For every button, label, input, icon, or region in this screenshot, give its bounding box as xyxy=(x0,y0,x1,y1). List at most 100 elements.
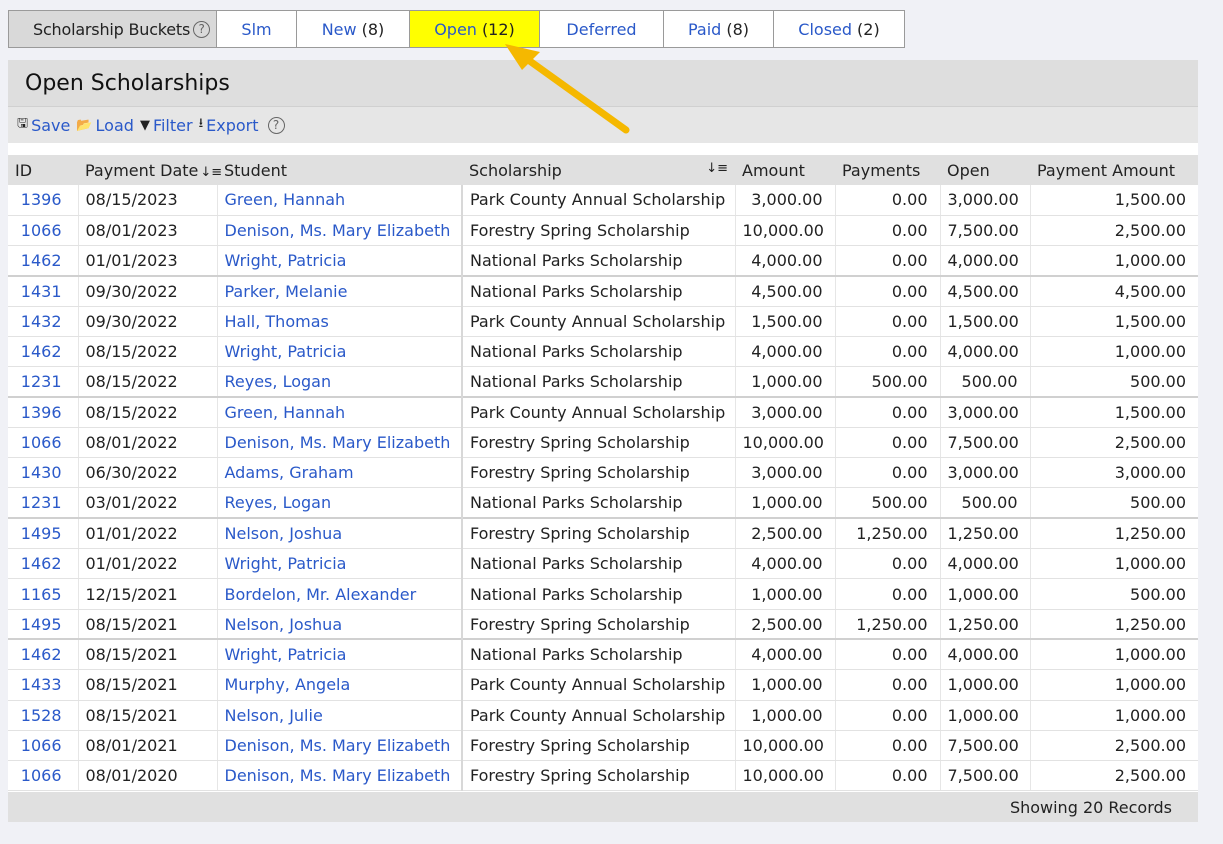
load-button[interactable]: 📂 Load xyxy=(76,116,134,135)
cell-date: 08/15/2023 xyxy=(78,185,218,216)
table-row: 1066 08/01/2023 Denison, Ms. Mary Elizabet… xyxy=(8,215,1198,247)
cell-id[interactable]: 1396 xyxy=(8,185,79,216)
col-amount[interactable]: Amount xyxy=(735,155,835,185)
save-button[interactable]: 🖫 Save xyxy=(17,114,70,136)
cell-id[interactable]: 1462 xyxy=(8,336,79,368)
cell-id[interactable]: 1431 xyxy=(8,274,79,307)
cell-student[interactable]: Murphy, Angela xyxy=(217,669,463,701)
cell-id[interactable]: 1066 xyxy=(8,730,79,762)
cell-open: 7,500.00 xyxy=(940,730,1031,762)
cell-student[interactable]: Nelson, Joshua xyxy=(217,517,463,550)
cell-scholarship: Park County Annual Scholarship xyxy=(461,185,736,216)
cell-id[interactable]: 1231 xyxy=(8,487,79,519)
tab-count: (8) xyxy=(726,19,749,39)
tab-count: (8) xyxy=(361,19,385,39)
cell-scholarship: Forestry Spring Scholarship xyxy=(461,609,736,640)
col-payment-amount[interactable]: Payment Amount xyxy=(1030,155,1198,185)
cell-open: 1,250.00 xyxy=(940,609,1031,640)
cell-id[interactable]: 1430 xyxy=(8,457,79,489)
cell-student[interactable]: Denison, Ms. Mary Elizabeth xyxy=(217,427,463,459)
cell-id[interactable]: 1066 xyxy=(8,215,79,247)
cell-student[interactable]: Hall, Thomas xyxy=(217,306,463,337)
cell-student[interactable]: Wright, Patricia xyxy=(217,336,463,368)
cell-amount: 3,000.00 xyxy=(735,457,836,489)
cell-student[interactable]: Green, Hannah xyxy=(217,185,463,216)
cell-scholarship: Park County Annual Scholarship xyxy=(461,396,736,428)
table-row: 1433 08/15/2021 Murphy, Angela Park County … xyxy=(8,669,1198,701)
cell-payments: 0.00 xyxy=(835,457,941,489)
cell-id[interactable]: 1433 xyxy=(8,669,79,701)
table-row: 1396 08/15/2022 Green, Hannah Park County A… xyxy=(8,396,1198,428)
cell-id[interactable]: 1495 xyxy=(8,517,79,550)
col-payment-date[interactable]: Payment Date ↓≡ xyxy=(78,155,222,185)
tab-open[interactable]: Open (12) xyxy=(410,11,540,47)
cell-student[interactable]: Wright, Patricia xyxy=(217,638,463,671)
col-id[interactable]: ID xyxy=(8,155,78,185)
cell-student[interactable]: Wright, Patricia xyxy=(217,245,463,277)
cell-id[interactable]: 1066 xyxy=(8,427,79,459)
tab-slm[interactable]: Slm xyxy=(217,11,297,47)
tab-label: Closed xyxy=(798,19,853,39)
cell-scholarship: Forestry Spring Scholarship xyxy=(461,760,736,792)
cell-student[interactable]: Denison, Ms. Mary Elizabeth xyxy=(217,215,463,247)
cell-payment-amount: 1,500.00 xyxy=(1030,185,1198,216)
cell-student[interactable]: Reyes, Logan xyxy=(217,487,463,519)
col-payments[interactable]: Payments xyxy=(835,155,940,185)
toolbar-help-icon[interactable]: ? xyxy=(267,116,285,134)
cell-date: 01/01/2023 xyxy=(78,245,218,277)
cell-student[interactable]: Nelson, Julie xyxy=(217,700,463,731)
col-student[interactable]: Student xyxy=(217,155,462,185)
cell-student[interactable]: Denison, Ms. Mary Elizabeth xyxy=(217,760,463,792)
cell-id[interactable]: 1462 xyxy=(8,245,79,277)
cell-date: 09/30/2022 xyxy=(78,274,218,307)
cell-student[interactable]: Reyes, Logan xyxy=(217,366,463,398)
buckets-label-text: Scholarship Buckets xyxy=(33,19,191,39)
table-row: 1396 08/15/2023 Green, Hannah Park County A… xyxy=(8,185,1198,216)
cell-student[interactable]: Nelson, Joshua xyxy=(217,609,463,640)
cell-student[interactable]: Adams, Graham xyxy=(217,457,463,489)
cell-id[interactable]: 1066 xyxy=(8,760,79,792)
cell-id[interactable]: 1495 xyxy=(8,609,79,640)
cell-id[interactable]: 1165 xyxy=(8,578,79,610)
cell-id[interactable]: 1432 xyxy=(8,306,79,337)
cell-id[interactable]: 1396 xyxy=(8,396,79,428)
sort-asc-icon: ↓≡ xyxy=(706,160,728,176)
cell-scholarship: Park County Annual Scholarship xyxy=(461,700,736,731)
cell-payments: 0.00 xyxy=(835,730,941,762)
cell-scholarship: National Parks Scholarship xyxy=(461,578,736,610)
export-button[interactable]: ⭳ Export xyxy=(199,114,259,136)
cell-open: 7,500.00 xyxy=(940,215,1031,247)
cell-open: 7,500.00 xyxy=(940,427,1031,459)
tab-paid[interactable]: Paid (8) xyxy=(664,11,774,47)
tab-closed[interactable]: Closed (2) xyxy=(774,11,904,47)
cell-student[interactable]: Denison, Ms. Mary Elizabeth xyxy=(217,730,463,762)
col-open[interactable]: Open xyxy=(940,155,1030,185)
cell-open: 1,000.00 xyxy=(940,700,1031,731)
table-row: 1462 01/01/2023 Wright, Patricia National P… xyxy=(8,245,1198,277)
cell-student[interactable]: Bordelon, Mr. Alexander xyxy=(217,578,463,610)
cell-student[interactable]: Wright, Patricia xyxy=(217,548,463,580)
cell-id[interactable]: 1231 xyxy=(8,366,79,398)
filter-button[interactable]: ▼ Filter xyxy=(140,116,193,135)
tab-count: (2) xyxy=(857,19,880,39)
cell-payment-amount: 1,000.00 xyxy=(1030,669,1198,701)
table-row: 1462 08/15/2022 Wright, Patricia National P… xyxy=(8,336,1198,368)
cell-student[interactable]: Green, Hannah xyxy=(217,396,463,428)
cell-open: 4,500.00 xyxy=(940,274,1031,307)
cell-open: 1,000.00 xyxy=(940,669,1031,701)
cell-payment-amount: 1,250.00 xyxy=(1030,517,1198,550)
tab-deferred[interactable]: Deferred xyxy=(540,11,664,47)
cell-id[interactable]: 1462 xyxy=(8,638,79,671)
tab-label: Paid xyxy=(687,19,722,39)
cell-amount: 4,000.00 xyxy=(735,638,836,671)
cell-payment-amount: 1,000.00 xyxy=(1030,700,1198,731)
cell-student[interactable]: Parker, Melanie xyxy=(217,274,463,307)
table-row: 1430 06/30/2022 Adams, Graham Forestry Spri… xyxy=(8,457,1198,489)
help-icon[interactable]: ? xyxy=(193,20,211,38)
cell-amount: 1,000.00 xyxy=(735,700,836,731)
cell-payments: 0.00 xyxy=(835,245,941,277)
cell-id[interactable]: 1462 xyxy=(8,548,79,580)
tab-new[interactable]: New (8) xyxy=(297,11,410,47)
col-scholarship[interactable]: Scholarship ↓≡ xyxy=(462,155,735,185)
cell-id[interactable]: 1528 xyxy=(8,700,79,731)
